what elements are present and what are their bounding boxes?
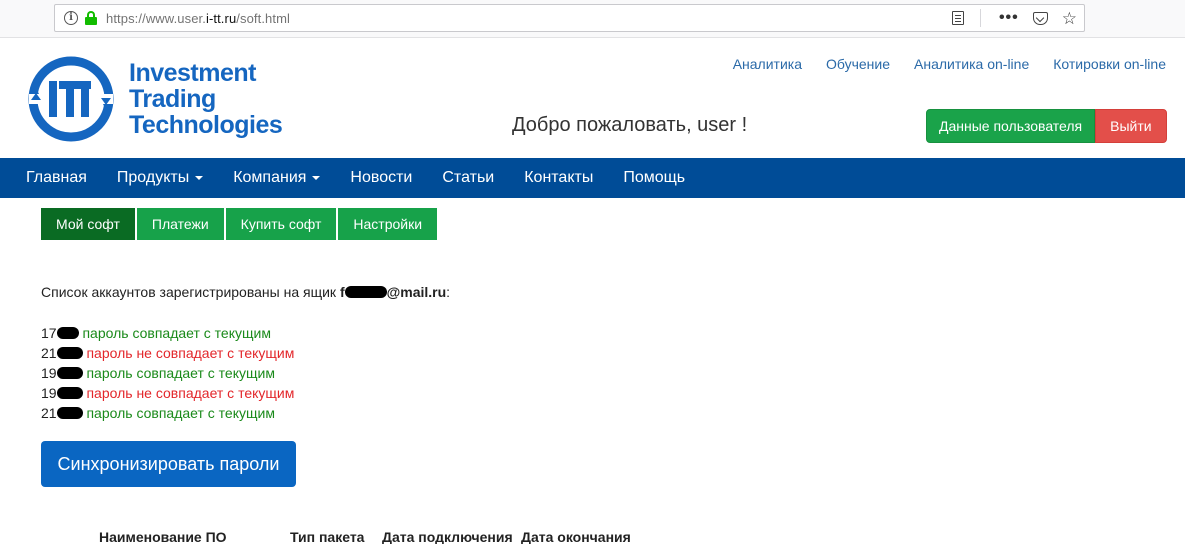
nav-home[interactable]: Главная xyxy=(11,158,102,198)
user-data-button[interactable]: Данные пользователя xyxy=(926,109,1096,143)
nav-articles[interactable]: Статьи xyxy=(427,158,509,198)
col-software-name: Наименование ПО xyxy=(99,529,227,544)
nav-contacts[interactable]: Контакты xyxy=(509,158,608,198)
account-tabs: Мой софт Платежи Купить софт Настройки xyxy=(41,208,439,240)
redaction-mark xyxy=(56,387,83,399)
brand-name[interactable]: Investment Trading Technologies xyxy=(129,60,283,138)
url-text[interactable]: https://www.user.i-tt.ru/soft.html xyxy=(106,11,290,26)
link-education[interactable]: Обучение xyxy=(826,56,890,72)
link-analytics-online[interactable]: Аналитика on-line xyxy=(914,56,1029,72)
user-button-group: Данные пользователя Выйти xyxy=(926,109,1167,143)
sync-passwords-button[interactable]: Синхронизировать пароли xyxy=(41,441,296,487)
nav-help[interactable]: Помощь xyxy=(608,158,700,198)
tab-buy-soft[interactable]: Купить софт xyxy=(225,208,337,240)
main-navbar: Главная Продукты Компания Новости Статьи… xyxy=(0,158,1185,198)
itt-logo[interactable] xyxy=(25,54,117,144)
logout-button[interactable]: Выйти xyxy=(1095,109,1167,143)
list-item: 19 пароль не совпадает с текущим xyxy=(41,385,295,401)
top-links: Аналитика Обучение Аналитика on-line Кот… xyxy=(709,56,1166,72)
link-analytics[interactable]: Аналитика xyxy=(733,56,802,72)
list-item: 21 пароль совпадает с текущим xyxy=(41,405,275,421)
welcome-message: Добро пожаловать, user ! xyxy=(512,114,748,136)
nav-products[interactable]: Продукты xyxy=(102,158,218,198)
tab-settings[interactable]: Настройки xyxy=(338,208,438,240)
col-package-type: Тип пакета xyxy=(290,529,365,544)
redaction-mark xyxy=(56,327,79,339)
list-item: 17 пароль совпадает с текущим xyxy=(41,325,271,341)
nav-company[interactable]: Компания xyxy=(218,158,335,198)
redaction-mark xyxy=(344,286,387,298)
email-address: f @mail.ru xyxy=(339,284,447,300)
account-list: 17 пароль совпадает с текущим 21 пароль … xyxy=(41,323,294,423)
list-item: 21 пароль не совпадает с текущим xyxy=(41,345,295,361)
toolbar-divider xyxy=(979,9,981,27)
browser-toolbar: i https://www.user.i-tt.ru/soft.html •••… xyxy=(0,0,1185,38)
address-bar[interactable]: i https://www.user.i-tt.ru/soft.html •••… xyxy=(54,4,1085,32)
software-table-header: Наименование ПО Тип пакета Дата подключе… xyxy=(99,529,631,544)
tab-payments[interactable]: Платежи xyxy=(136,208,224,240)
tab-my-soft[interactable]: Мой софт xyxy=(41,208,135,240)
star-icon[interactable]: ☆ xyxy=(1062,10,1077,27)
redaction-mark xyxy=(56,367,83,379)
accounts-heading: Список аккаунтов зарегистрированы на ящи… xyxy=(41,284,451,300)
pocket-icon[interactable] xyxy=(1032,11,1048,25)
caret-down-icon xyxy=(312,176,321,180)
col-connect-date: Дата подключения xyxy=(382,529,513,544)
nav-news[interactable]: Новости xyxy=(335,158,427,198)
link-quotes-online[interactable]: Котировки on-line xyxy=(1053,56,1166,72)
caret-down-icon xyxy=(195,176,204,180)
reader-icon[interactable] xyxy=(951,11,964,25)
lock-icon[interactable] xyxy=(85,11,97,25)
col-end-date: Дата окончания xyxy=(521,529,631,544)
list-item: 19 пароль совпадает с текущим xyxy=(41,365,275,381)
redaction-mark xyxy=(56,347,83,359)
redaction-mark xyxy=(56,407,83,419)
more-icon[interactable]: ••• xyxy=(999,10,1019,26)
info-icon[interactable]: i xyxy=(64,11,78,25)
